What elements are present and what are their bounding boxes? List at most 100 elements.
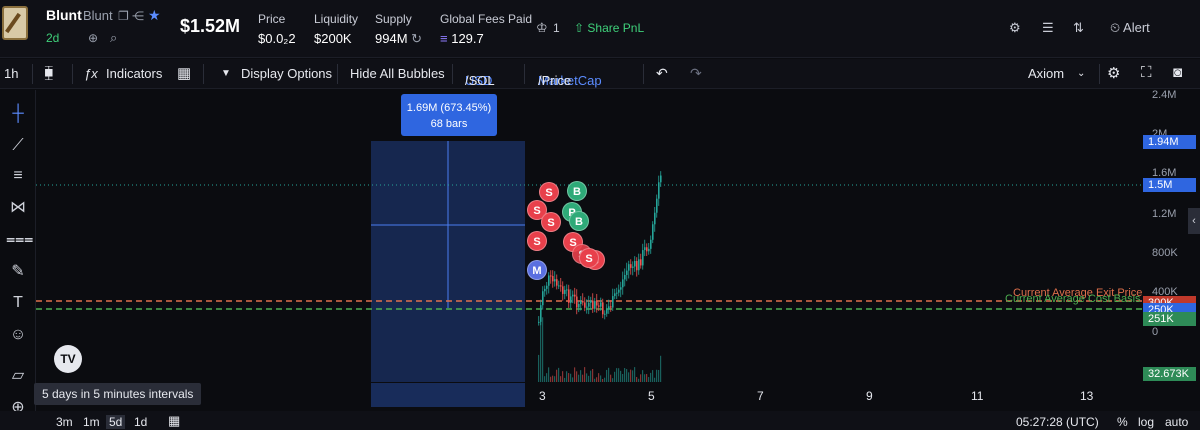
volume-bar (604, 377, 606, 382)
share-pnl-button[interactable]: ⇧ Share PnL (574, 21, 644, 35)
auto-toggle[interactable]: auto (1165, 415, 1188, 429)
candle (596, 301, 598, 306)
camera-icon[interactable]: ◙ (1173, 64, 1182, 81)
price-chart[interactable] (36, 90, 1142, 382)
volume-bar (646, 373, 648, 382)
candle (590, 300, 592, 303)
ruler-icon[interactable]: ▱ (6, 364, 30, 388)
display-options-button[interactable]: Display Options (241, 66, 332, 81)
volume-bar (578, 374, 580, 382)
migration-bubble[interactable]: M (527, 260, 547, 280)
volume-bar (544, 376, 546, 382)
sell-bubble[interactable]: S (527, 231, 547, 251)
source-selector[interactable]: Axiom (1028, 66, 1064, 81)
candle (618, 289, 620, 293)
alert-button[interactable]: ⏲ Alert (1110, 20, 1150, 36)
stat-price: Price $0.0₂2 (258, 12, 296, 46)
log-toggle[interactable]: log (1138, 415, 1154, 429)
candle (562, 286, 564, 294)
sell-bubble[interactable]: S (539, 182, 559, 202)
sell-bubble[interactable]: S (579, 248, 599, 268)
fib-icon[interactable]: ⩶ (6, 228, 33, 252)
candle (640, 259, 642, 266)
range-1m[interactable]: 1m (83, 415, 100, 429)
volume-bar (658, 369, 660, 382)
chart-settings-icon[interactable]: ⚙ (1107, 64, 1120, 82)
hide-bubbles-button[interactable]: Hide All Bubbles (350, 66, 445, 81)
sell-bubble[interactable]: S (541, 212, 561, 232)
volume-bar (562, 371, 564, 382)
buy-bubble[interactable]: B (569, 211, 589, 231)
candle (564, 289, 566, 294)
measure-change: 1.69M (673.45%) (406, 102, 492, 114)
volume-bar (608, 367, 610, 382)
text-icon[interactable]: T (6, 291, 30, 315)
collapse-panel-icon[interactable]: ‹ (1188, 208, 1200, 234)
share-label: Share PnL (587, 21, 645, 35)
range-1d[interactable]: 1d (134, 415, 147, 429)
candle (652, 224, 654, 240)
volume-bar (552, 375, 554, 382)
utc-clock: 05:27:28 (UTC) (1016, 415, 1099, 429)
emoji-icon[interactable]: ☺ (6, 323, 30, 347)
token-ticker: Blunt (83, 8, 113, 23)
indicators-button[interactable]: Indicators (106, 66, 162, 81)
y-tick-label: 800K (1152, 247, 1178, 259)
pattern-icon[interactable]: ⋈ (6, 196, 30, 220)
candle (570, 296, 572, 303)
brush-icon[interactable]: ✎ (6, 260, 30, 284)
volume-tag: 32.673K (1143, 367, 1196, 381)
y-tick-label: 2.4M (1152, 89, 1177, 101)
volume-bar (592, 369, 594, 382)
volume-bar (652, 370, 654, 382)
horizontal-lines-icon[interactable]: ≡ (6, 164, 30, 188)
interval-selector[interactable]: 1h (4, 66, 18, 81)
divider (337, 64, 338, 84)
stat-value: $0.0₂2 (258, 31, 296, 46)
volume-bar (600, 375, 602, 382)
chart-background (36, 90, 1142, 382)
x-tick-label: 9 (866, 389, 873, 403)
crosshair-icon[interactable]: ┼ (6, 102, 30, 126)
stat-value: $200K (314, 31, 352, 46)
redo-icon[interactable]: ↷ (690, 65, 702, 82)
candle (620, 287, 622, 290)
volume-bar (556, 369, 558, 382)
trendline-icon[interactable]: ⟋ (6, 134, 30, 158)
range-5d[interactable]: 5d (106, 415, 126, 429)
copy-icon[interactable]: ❐ (118, 9, 129, 23)
search-icon[interactable]: ⌕ (110, 30, 117, 46)
candle (622, 279, 624, 288)
refresh-icon[interactable]: ↻ (411, 31, 422, 46)
percent-toggle[interactable]: % (1117, 415, 1128, 429)
buy-bubble[interactable]: B (567, 181, 587, 201)
star-icon[interactable]: ★ (148, 7, 161, 24)
candle (584, 302, 586, 308)
range-3m[interactable]: 3m (56, 415, 73, 429)
calendar-icon[interactable]: ▦ (168, 413, 180, 429)
price-label: /Price (538, 73, 572, 88)
alert-label: Alert (1123, 20, 1150, 35)
volume-bar (616, 368, 618, 382)
chevron-down-icon[interactable]: ⌄ (1077, 68, 1085, 79)
candles-icon[interactable]: ⧯ (44, 64, 54, 81)
volume-bar (654, 377, 656, 382)
share-icon[interactable]: ⋲ (132, 9, 144, 23)
crown-icon[interactable]: ♔ (536, 20, 548, 36)
fullscreen-icon[interactable]: ⛶ (1141, 64, 1152, 81)
filter-icon[interactable]: ☰ (1042, 20, 1054, 36)
tradingview-logo[interactable]: TV (54, 345, 82, 373)
caret-down-icon[interactable]: ▼ (221, 68, 231, 79)
fx-icon[interactable]: ƒx (84, 66, 98, 81)
settings-icon[interactable]: ⚙ (1009, 20, 1021, 36)
candle (560, 285, 562, 287)
swap-icon[interactable]: ⇅ (1073, 20, 1084, 36)
market-cap: $1.52M (180, 16, 241, 36)
y-tick-label: 1.2M (1152, 208, 1177, 220)
undo-icon[interactable]: ↶ (656, 65, 668, 82)
candle (566, 289, 568, 291)
volume-bar (546, 373, 548, 382)
layout-grid-icon[interactable]: ▦ (177, 64, 191, 82)
globe-icon[interactable]: ⊕ (88, 31, 98, 45)
candle (586, 306, 588, 308)
